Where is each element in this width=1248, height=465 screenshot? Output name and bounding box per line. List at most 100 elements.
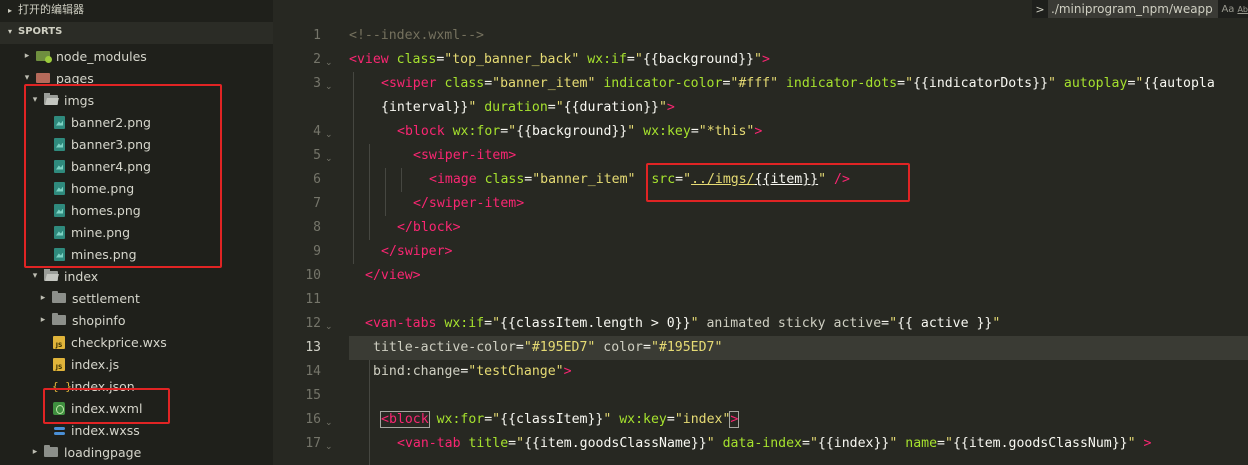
- fold-chevron-icon[interactable]: ⌄: [325, 418, 333, 428]
- folder-icon: [52, 291, 66, 303]
- fold-chevron-icon[interactable]: ⌄: [325, 130, 333, 140]
- tree-item-shopinfo[interactable]: ▸ shopinfo: [0, 309, 273, 331]
- chevron-down-icon: ▾: [32, 271, 38, 281]
- code-line-5: <swiper-item>: [413, 144, 516, 168]
- string: ": [634, 52, 643, 67]
- tree-item-label: pages: [56, 70, 94, 86]
- tree-item-index-json[interactable]: { } index.json: [0, 375, 273, 397]
- json-file-icon: { }: [52, 380, 72, 393]
- tree-item-label: index.json: [71, 378, 135, 394]
- binding: {{item}}: [754, 172, 819, 187]
- tag: <block: [380, 411, 430, 428]
- attr: title: [460, 436, 509, 451]
- binding: {{item.goodsClassName}}: [524, 436, 707, 451]
- match-case-toggle[interactable]: Aa: [1221, 4, 1234, 15]
- tree-item-label: banner4.png: [71, 158, 151, 174]
- indent-guide: [401, 168, 402, 192]
- fold-chevron-icon[interactable]: ⌄: [325, 442, 333, 452]
- tag-end: />: [826, 172, 850, 187]
- tree-item-checkprice[interactable]: JS checkprice.wxs: [0, 331, 273, 353]
- tree-item-label: node_modules: [56, 48, 147, 64]
- tree-item-node-modules[interactable]: ▸ node_modules: [0, 45, 273, 67]
- line-number: 5: [313, 148, 321, 163]
- string: ": [905, 76, 914, 91]
- string: ": [683, 172, 692, 187]
- attr: src: [635, 172, 676, 187]
- line-number-gutter: 1 2 3 4 5 6 7 8 9 10 11 12 13 14 15 16 1…: [273, 0, 333, 465]
- tree-item-settlement[interactable]: ▸ settlement: [0, 287, 273, 309]
- attr: indicator-color: [595, 76, 723, 91]
- chevron-down-icon: ▾: [32, 95, 38, 105]
- tree-item-index-folder[interactable]: ▾ index: [0, 265, 273, 287]
- tree-item-index-wxml[interactable]: index.wxml: [0, 397, 273, 419]
- code-line-3: <swiper class="banner_item" indicator-co…: [381, 76, 1215, 91]
- indent-guide: [369, 144, 370, 240]
- tree-item-label: mines.png: [71, 246, 137, 262]
- whole-word-toggle[interactable]: Ab: [1237, 5, 1248, 14]
- string: "testChange": [468, 364, 564, 379]
- fold-chevron-icon[interactable]: ⌄: [325, 82, 333, 92]
- tree-item-imgs[interactable]: ▾ imgs: [0, 89, 273, 111]
- tag: </view>: [365, 268, 421, 283]
- line-number: 10: [305, 268, 321, 283]
- open-editors-header[interactable]: ▸ 打开的编辑器: [0, 0, 273, 22]
- string: ": [516, 436, 525, 451]
- tree-item-homes[interactable]: homes.png: [0, 199, 273, 221]
- tag: <image: [429, 172, 477, 187]
- code-line-8: </block>: [397, 216, 461, 240]
- chevron-right-icon: ▸: [32, 447, 38, 457]
- string: "banner_item": [492, 76, 596, 91]
- tree-item-index-wxss[interactable]: index.wxss: [0, 419, 273, 441]
- image-file-icon: [54, 203, 65, 217]
- chevron-right-icon[interactable]: >: [1032, 3, 1048, 16]
- tree-item-loadingpage[interactable]: ▸ loadingpage: [0, 441, 273, 463]
- tree-item-banner2[interactable]: banner2.png: [0, 111, 273, 133]
- tree-item-label: index.js: [71, 356, 120, 372]
- tag: <view: [349, 52, 389, 67]
- eq: =: [626, 52, 635, 67]
- tree-item-label: index: [64, 268, 99, 284]
- tag-end: >: [754, 124, 763, 139]
- attr: title-active-color: [373, 340, 516, 355]
- attr: duration: [476, 100, 548, 115]
- tree-item-mines[interactable]: mines.png: [0, 243, 273, 265]
- tree-item-banner4[interactable]: banner4.png: [0, 155, 273, 177]
- indent-guide: [369, 360, 370, 465]
- fold-chevron-icon[interactable]: ⌄: [325, 154, 333, 164]
- string: "#fff": [730, 76, 779, 91]
- chevron-down-icon: ▾: [24, 73, 30, 83]
- tag: <swiper: [381, 76, 437, 91]
- tree-item-label: imgs: [64, 92, 95, 108]
- image-file-icon: [54, 115, 65, 129]
- tree-item-banner3[interactable]: banner3.png: [0, 133, 273, 155]
- code-editor[interactable]: 1 2 3 4 5 6 7 8 9 10 11 12 13 14 15 16 1…: [273, 0, 1248, 465]
- tree-item-home[interactable]: home.png: [0, 177, 273, 199]
- tree-item-mine[interactable]: mine.png: [0, 221, 273, 243]
- project-header[interactable]: ▾ SPORTS: [0, 22, 273, 44]
- chevron-right-icon: ▸: [8, 6, 13, 15]
- code-line-6: <image class="banner_item" src="../imgs/…: [429, 172, 850, 187]
- find-input[interactable]: ./miniprogram_npm/weapp: [1048, 0, 1219, 18]
- image-file-icon: [54, 247, 65, 261]
- string: "*this": [698, 124, 755, 139]
- tree-item-index-js[interactable]: JS index.js: [0, 353, 273, 375]
- string: ": [944, 436, 953, 451]
- find-widget[interactable]: > ./miniprogram_npm/weapp Aa Ab: [1032, 0, 1248, 18]
- attr: class: [476, 172, 525, 187]
- tag: </block>: [397, 220, 461, 235]
- wxss-file-icon: [53, 424, 65, 437]
- string: ": [809, 436, 818, 451]
- attr: class: [436, 76, 485, 91]
- fold-chevron-icon[interactable]: ⌄: [325, 58, 333, 68]
- fold-chevron-icon[interactable]: ⌄: [325, 322, 333, 332]
- binding: {{background}}: [642, 52, 754, 67]
- line-number: 4: [313, 124, 321, 139]
- project-label: SPORTS: [18, 26, 63, 37]
- folder-open-icon: [44, 269, 58, 281]
- line-number: 1: [313, 28, 321, 43]
- string: ": [492, 412, 501, 427]
- tree-item-pages[interactable]: ▾ pages: [0, 67, 273, 89]
- binding: {{indicatorDots}}: [913, 76, 1049, 91]
- line-number: 12: [305, 316, 321, 331]
- line-number: 15: [305, 388, 321, 403]
